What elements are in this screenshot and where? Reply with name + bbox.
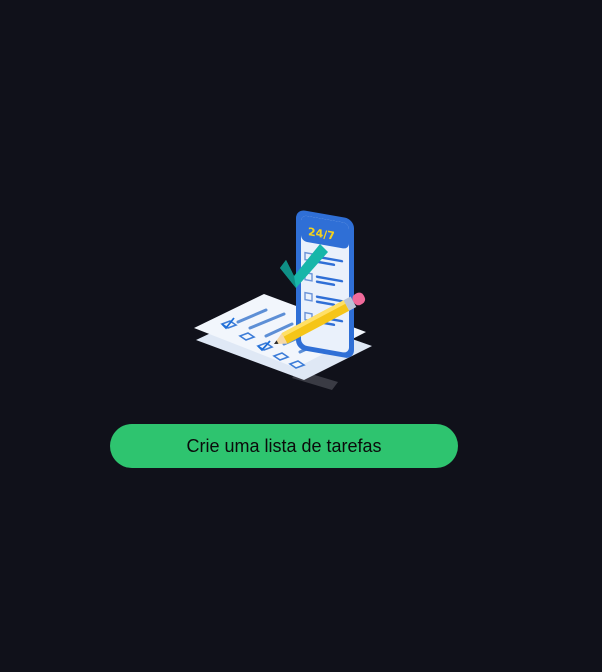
create-task-list-button[interactable]: Crie uma lista de tarefas: [110, 424, 458, 468]
empty-state-screen: 24/7 Crie uma lista de tarefas: [0, 0, 602, 672]
checklist-phone-illustration: 24/7: [188, 200, 378, 395]
